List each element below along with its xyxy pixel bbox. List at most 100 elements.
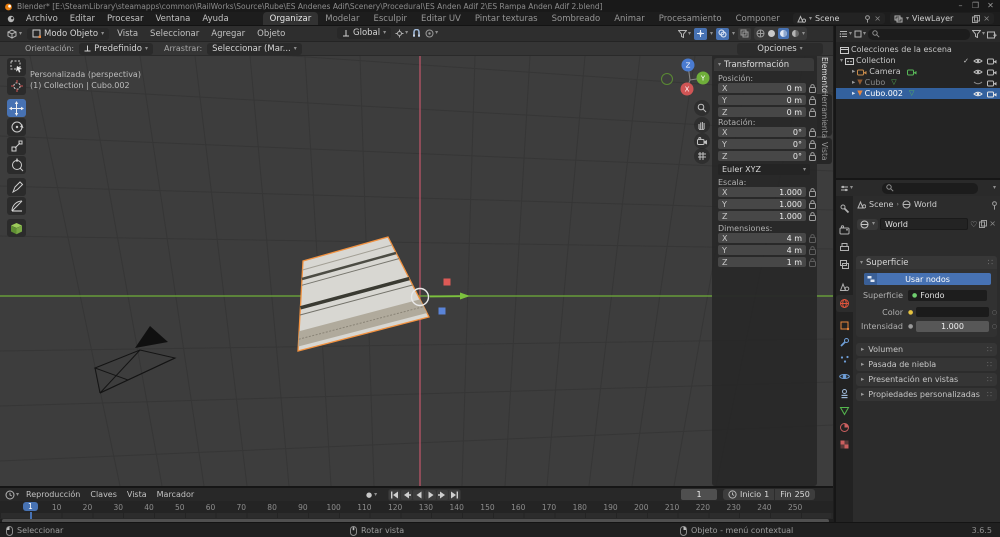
proportional-edit-toggle[interactable]: ▾	[425, 29, 438, 38]
copy-icon[interactable]	[979, 220, 987, 228]
dimension-field[interactable]: X4 m	[718, 233, 806, 243]
orientation-selector[interactable]: Global ▾	[337, 27, 391, 39]
n-panel-tab[interactable]: Vista	[817, 138, 832, 164]
workspace-tab[interactable]: Animar	[607, 12, 652, 25]
tab-constraints[interactable]	[836, 385, 853, 402]
scale-field[interactable]: Z1.000	[718, 211, 806, 221]
rotation-mode-dropdown[interactable]: Euler XYZ ▾	[718, 164, 810, 175]
menu-item[interactable]: Editar	[64, 12, 101, 25]
use-nodes-button[interactable]: Usar nodos	[864, 273, 991, 285]
workspace-tab[interactable]: Procesamiento	[652, 12, 729, 25]
workspace-tab[interactable]: Modelar	[318, 12, 366, 25]
workspace-tab[interactable]: Sombreado	[545, 12, 608, 25]
outliner-row-collection[interactable]: ▾ Collection ✓	[836, 55, 1000, 66]
eye-closed-icon[interactable]	[973, 79, 983, 87]
mesh-object-cubo002[interactable]	[298, 237, 429, 351]
exclude-checkbox[interactable]: ✓	[963, 57, 969, 65]
rotation-field[interactable]: Y0°	[718, 139, 806, 149]
rotation-field[interactable]: X0°	[718, 127, 806, 137]
shading-solid-button[interactable]	[767, 29, 776, 38]
tab-particles[interactable]	[836, 351, 853, 368]
breadcrumb-scene[interactable]: Scene	[869, 200, 893, 209]
editor-type-button[interactable]: ▾	[5, 490, 19, 500]
tab-modifiers[interactable]	[836, 334, 853, 351]
lock-icon[interactable]	[809, 246, 816, 255]
overlays-toggle[interactable]	[716, 28, 729, 40]
tool-add-cube[interactable]	[7, 219, 26, 237]
position-field[interactable]: Z0 m	[718, 107, 806, 117]
workspace-tab[interactable]: Componer	[729, 12, 787, 25]
tool-transform[interactable]	[7, 156, 26, 174]
eye-icon[interactable]	[973, 68, 983, 76]
outliner-row-cubo002[interactable]: ▸ ▼ Cubo.002 ▽	[836, 88, 1000, 99]
drag-setting-dropdown[interactable]: Seleccionar (Mar... ▾	[207, 43, 302, 55]
workspace-tab[interactable]: Editar UV	[414, 12, 468, 25]
minimize-button[interactable]: –	[953, 0, 968, 12]
navigation-gizmo[interactable]: Z Y X	[662, 59, 710, 96]
outliner-row-cubo[interactable]: ▸ ▼ Cubo ▽	[836, 77, 1000, 88]
workspace-tab[interactable]: Esculpir	[366, 12, 413, 25]
maximize-button[interactable]: ❐	[968, 0, 983, 12]
zoom-button[interactable]	[694, 100, 710, 116]
visibility-filter-button[interactable]: ▾	[678, 30, 691, 38]
next-keyframe-button[interactable]	[437, 490, 448, 500]
shading-rendered-button[interactable]	[791, 29, 800, 38]
tab-physics[interactable]	[836, 368, 853, 385]
timeline-menu-item[interactable]: Reproducción	[21, 488, 85, 501]
tool-rotate[interactable]	[7, 118, 26, 136]
viewport-menu-item[interactable]: Seleccionar	[144, 26, 205, 41]
disclosure-icon[interactable]: ▾	[840, 58, 843, 64]
intensity-slider[interactable]: 1.000	[916, 321, 989, 332]
scene-selector[interactable]: ▾ Scene ×	[793, 13, 885, 24]
options-button[interactable]: Opciones ▾	[737, 43, 823, 55]
breadcrumb-world[interactable]: World	[914, 200, 937, 209]
scale-field[interactable]: X1.000	[718, 187, 806, 197]
lock-icon[interactable]	[809, 212, 816, 221]
shading-material-button[interactable]	[778, 28, 789, 39]
viewport-menu-item[interactable]: Objeto	[251, 26, 291, 41]
workspace-tab[interactable]: Pintar texturas	[468, 12, 545, 25]
viewport-3d[interactable]: Z Y X ▾ Modo Objeto ▾ VistaSeleccionarAg…	[0, 26, 833, 486]
tab-texture[interactable]	[836, 436, 853, 453]
scale-field[interactable]: Y1.000	[718, 199, 806, 209]
filter-button[interactable]: ▾	[972, 30, 985, 38]
unlink-icon[interactable]: ×	[989, 220, 996, 228]
timeline-menu-item[interactable]: Claves	[85, 488, 122, 501]
chevron-down-icon[interactable]: ▾	[802, 31, 805, 37]
perspective-toggle-button[interactable]	[694, 148, 710, 164]
tab-render[interactable]	[836, 222, 853, 239]
editor-type-button[interactable]: ▾	[4, 29, 25, 39]
lock-icon[interactable]	[809, 200, 816, 209]
play-reverse-button[interactable]	[413, 490, 424, 500]
mode-selector[interactable]: Modo Objeto ▾	[27, 28, 109, 40]
lock-icon[interactable]	[809, 108, 816, 117]
dimension-field[interactable]: Z1 m	[718, 257, 806, 267]
dimension-field[interactable]: Y4 m	[718, 245, 806, 255]
collapsed-panel[interactable]: ▸Volumen∷	[856, 343, 997, 356]
tab-output[interactable]	[836, 239, 853, 256]
auto-key-button[interactable]: ● ▾	[366, 491, 377, 499]
rotation-field[interactable]: Z0°	[718, 151, 806, 161]
eye-icon[interactable]	[973, 57, 983, 65]
color-swatch[interactable]	[916, 307, 989, 317]
options-chevron-icon[interactable]: ▾	[993, 185, 996, 191]
play-button[interactable]	[425, 490, 436, 500]
timeline-menu-item[interactable]: Vista	[122, 488, 152, 501]
display-mode-button[interactable]: ▾	[854, 30, 866, 38]
transform-panel-header[interactable]: ▾ Transformación	[714, 58, 814, 71]
viewport-menu-item[interactable]: Vista	[111, 26, 144, 41]
editor-type-button[interactable]: ▾	[839, 30, 852, 38]
pin-icon[interactable]	[864, 15, 871, 23]
lock-icon[interactable]	[809, 96, 816, 105]
chevron-down-icon[interactable]: ▾	[732, 31, 735, 37]
copy-icon[interactable]	[972, 15, 980, 23]
pan-button[interactable]	[694, 117, 710, 133]
tool-annotate[interactable]	[7, 178, 26, 196]
editor-type-button[interactable]: ▾	[840, 184, 853, 193]
outliner-search-input[interactable]	[868, 29, 970, 40]
close-button[interactable]: ✕	[983, 0, 998, 12]
lock-icon[interactable]	[809, 84, 816, 93]
timeline-menu-item[interactable]: Marcador	[152, 488, 199, 501]
collapsed-panel[interactable]: ▸Presentación en vistas∷	[856, 373, 997, 386]
workspace-tab[interactable]: Organizar	[263, 12, 319, 25]
